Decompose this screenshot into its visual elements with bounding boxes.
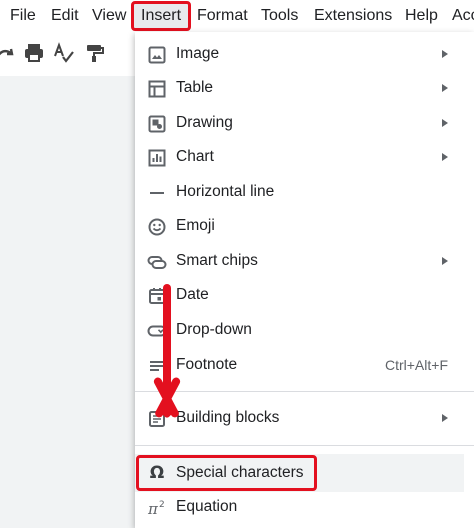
menu-item-horizontal-line[interactable]: Horizontal line xyxy=(135,175,474,209)
submenu-arrow-icon xyxy=(442,257,448,265)
menu-item-footnote[interactable]: Footnote Ctrl+Alt+F xyxy=(135,348,474,382)
menu-divider xyxy=(135,445,474,446)
paint-format-icon[interactable] xyxy=(84,42,106,64)
menu-item-building-blocks[interactable]: Building blocks xyxy=(135,401,474,435)
menu-item-label: Date xyxy=(176,286,209,303)
menu-insert[interactable]: Insert xyxy=(141,2,181,30)
menu-tools[interactable]: Tools xyxy=(261,2,298,30)
print-icon[interactable] xyxy=(23,42,45,64)
menu-item-emoji[interactable]: Emoji xyxy=(135,209,474,243)
special-characters-highlight-box xyxy=(136,455,317,491)
image-icon xyxy=(147,45,167,65)
emoji-icon xyxy=(147,217,167,237)
horizontal-line-icon xyxy=(147,183,167,203)
menu-item-date[interactable]: Date xyxy=(135,278,474,312)
svg-text:π: π xyxy=(147,500,159,518)
menu-item-label: Building blocks xyxy=(176,409,280,426)
redo-icon[interactable] xyxy=(0,42,16,64)
menu-item-label: Drop-down xyxy=(176,321,252,338)
menu-divider xyxy=(135,391,474,392)
menu-item-table[interactable]: Table xyxy=(135,71,474,105)
document-canvas xyxy=(0,76,136,528)
insert-dropdown-menu: Image Table Drawing Chart Horizontal lin… xyxy=(135,32,474,528)
menu-item-equation[interactable]: π2 Equation xyxy=(135,490,474,524)
menu-item-chart[interactable]: Chart xyxy=(135,140,474,174)
submenu-arrow-icon xyxy=(442,153,448,161)
menu-item-label: Image xyxy=(176,45,220,62)
menu-item-label: Smart chips xyxy=(176,252,258,269)
menu-item-drop-down[interactable]: Drop-down xyxy=(135,313,474,347)
submenu-arrow-icon xyxy=(442,84,448,92)
submenu-arrow-icon xyxy=(442,50,448,58)
menu-view[interactable]: View xyxy=(92,2,126,30)
spellcheck-icon[interactable] xyxy=(53,42,75,64)
menu-item-label: Horizontal line xyxy=(176,183,275,200)
toolbar xyxy=(0,32,132,76)
menu-item-label: Emoji xyxy=(176,217,215,234)
submenu-arrow-icon xyxy=(442,119,448,127)
menu-item-image[interactable]: Image xyxy=(135,37,474,71)
menu-item-drawing[interactable]: Drawing xyxy=(135,106,474,140)
menu-item-label: Footnote xyxy=(176,356,238,373)
menu-edit[interactable]: Edit xyxy=(51,2,79,30)
menu-item-label: Chart xyxy=(176,148,214,165)
pi-squared-icon: π2 xyxy=(147,498,167,518)
menu-bar: File Edit View Insert Format Tools Exten… xyxy=(0,0,474,32)
table-icon xyxy=(147,79,167,99)
svg-text:2: 2 xyxy=(159,500,165,510)
menu-item-smart-chips[interactable]: Smart chips xyxy=(135,244,474,278)
submenu-arrow-icon xyxy=(442,414,448,422)
menu-format[interactable]: Format xyxy=(197,2,248,30)
menu-item-label: Equation xyxy=(176,498,238,515)
drawing-icon xyxy=(147,114,167,134)
menu-accessibility[interactable]: Acc xyxy=(452,2,474,30)
smart-chips-icon xyxy=(147,252,167,272)
menu-extensions[interactable]: Extensions xyxy=(314,2,392,30)
menu-item-label: Table xyxy=(176,79,214,96)
chart-icon xyxy=(147,148,167,168)
menu-help[interactable]: Help xyxy=(405,2,438,30)
footnote-shortcut: Ctrl+Alt+F xyxy=(384,357,448,373)
menu-item-label: Drawing xyxy=(176,114,233,131)
menu-file[interactable]: File xyxy=(10,2,36,30)
